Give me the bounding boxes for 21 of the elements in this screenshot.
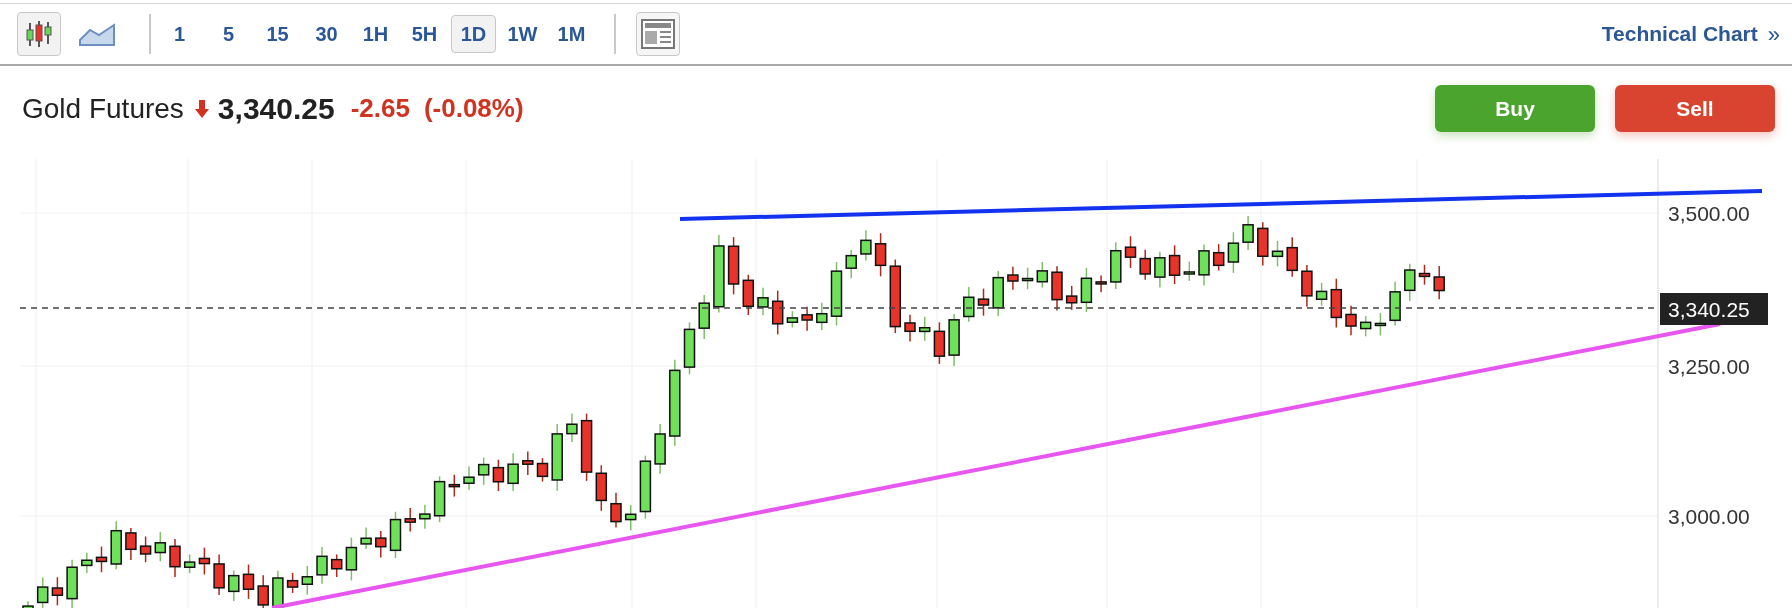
sell-button[interactable]: Sell	[1615, 85, 1775, 132]
price-axis-label: 3,250.00	[1668, 355, 1750, 378]
price-axis-label: 3,000.00	[1668, 505, 1750, 528]
interval-tab[interactable]: 1W	[500, 15, 545, 53]
interval-tab[interactable]: 1M	[549, 15, 594, 53]
interval-tab[interactable]: 1H	[353, 15, 398, 53]
layout-icon[interactable]	[636, 12, 680, 56]
price-change: -2.65	[350, 92, 410, 125]
interval-tab[interactable]: 5	[206, 15, 251, 53]
price-axis-label: 3,500.00	[1668, 202, 1750, 225]
candlestick-chart-icon[interactable]	[17, 12, 61, 56]
price-change-percent: (-0.08%)	[423, 92, 524, 125]
technical-chart-link[interactable]: Technical Chart »	[1601, 17, 1780, 51]
interval-tab[interactable]: 15	[255, 15, 300, 53]
interval-tab[interactable]: 1D	[451, 15, 496, 53]
instrument-name: Gold Futures	[22, 91, 184, 126]
interval-tab[interactable]: 1	[157, 15, 202, 53]
current-price-tag: 3,340.25	[1660, 293, 1768, 325]
interval-tab[interactable]: 5H	[402, 15, 447, 53]
last-price: 3,340.25	[217, 91, 335, 127]
interval-tab[interactable]: 30	[304, 15, 349, 53]
